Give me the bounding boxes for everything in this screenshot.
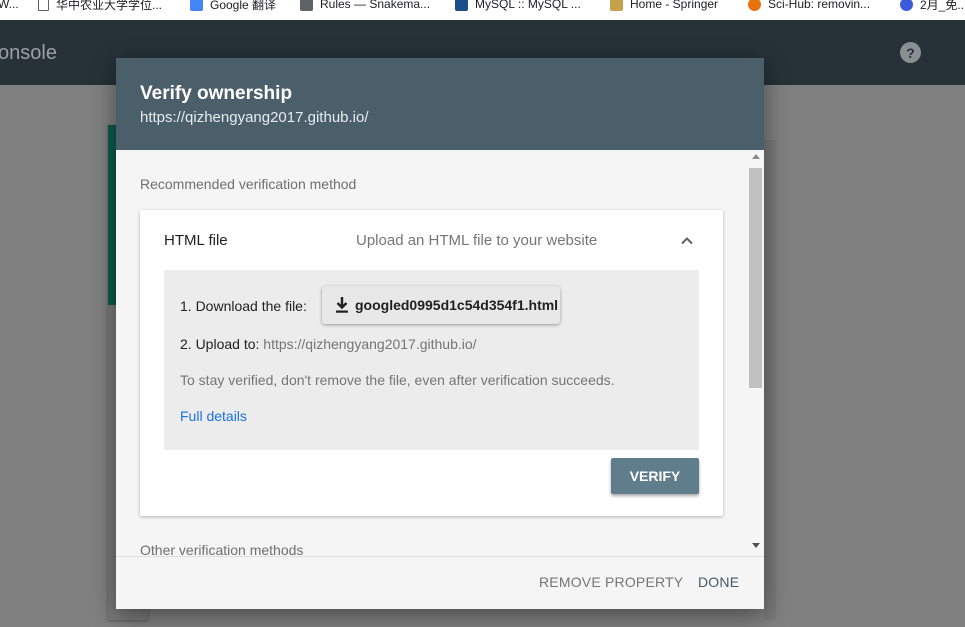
download-filename: googled0995d1c54d354f1.html (355, 297, 559, 313)
method-steps: 1. Download the file: googled0995d1c54d3… (164, 270, 699, 450)
done-button[interactable]: DONE (698, 574, 739, 590)
other-methods-label[interactable]: Other verification methods (140, 542, 303, 556)
bookmark-label: Sci-Hub: removin... (768, 0, 871, 11)
scroll-up-arrow-icon[interactable] (752, 154, 760, 159)
html-file-method-card: HTML file Upload an HTML file to your we… (140, 210, 723, 516)
bookmark-item[interactable]: 华中农业大学学位... (38, 0, 162, 14)
download-file-button[interactable]: googled0995d1c54d354f1.html (322, 286, 560, 324)
help-icon[interactable]: ? (900, 42, 921, 63)
app-title: onsole (0, 42, 57, 64)
page-icon (38, 0, 49, 11)
method-description[interactable]: Upload an HTML file to your website (356, 232, 597, 249)
scihub-icon (748, 0, 761, 11)
bookmark-label: 华中农业大学学位... (56, 0, 163, 12)
bookmark-item[interactable]: Sci-Hub: removin... (748, 0, 870, 14)
dialog-scrollbar[interactable] (748, 150, 764, 556)
mysql-icon (455, 0, 468, 11)
verify-button[interactable]: VERIFY (611, 458, 699, 494)
doc-icon (300, 0, 313, 11)
scroll-down-arrow-icon[interactable] (752, 543, 760, 548)
step2-text: 2. Upload to: https://qizhengyang2017.gi… (180, 336, 477, 352)
upload-url: https://qizhengyang2017.github.io/ (263, 336, 477, 352)
bookmark-item[interactable]: Home - Springer (610, 0, 718, 14)
card-accent (108, 125, 116, 305)
bookmark-label: MySQL :: MySQL ... (475, 0, 581, 11)
bookmark-item[interactable]: W... (0, 0, 19, 14)
bookmark-item[interactable]: MySQL :: MySQL ... (455, 0, 581, 14)
springer-icon (610, 0, 623, 11)
bookmark-item[interactable]: 2月_免... (900, 0, 965, 14)
bookmark-label: 2月_免... (920, 0, 965, 12)
scrollbar-thumb[interactable] (749, 168, 762, 388)
method-name[interactable]: HTML file (164, 232, 228, 249)
step1-label: 1. Download the file: (180, 298, 307, 314)
verify-ownership-dialog: Verify ownership https://qizhengyang2017… (116, 58, 764, 609)
dialog-body[interactable]: Recommended verification method HTML fil… (116, 150, 764, 556)
dialog-title: Verify ownership (140, 83, 293, 104)
bookmark-label: Google 翻译 (210, 0, 277, 12)
bookmarks-bar: W... 华中农业大学学位... Google 翻译 Rules — Snake… (0, 0, 965, 20)
bookmark-label: Rules — Snakema... (320, 0, 431, 11)
bookmark-label: W... (0, 0, 19, 11)
full-details-link[interactable]: Full details (180, 408, 247, 424)
link-icon (900, 0, 913, 11)
dialog-header: Verify ownership https://qizhengyang2017… (116, 58, 764, 150)
recommended-method-label: Recommended verification method (140, 176, 357, 192)
stay-verified-note: To stay verified, don't remove the file,… (180, 372, 615, 388)
bookmark-item[interactable]: Rules — Snakema... (300, 0, 430, 14)
google-translate-icon (190, 0, 203, 11)
dialog-footer: REMOVE PROPERTY DONE (116, 556, 764, 609)
bookmark-item[interactable]: Google 翻译 (190, 0, 276, 14)
remove-property-button[interactable]: REMOVE PROPERTY (539, 574, 683, 590)
bookmark-label: Home - Springer (630, 0, 719, 11)
download-icon (336, 297, 348, 313)
chevron-up-icon[interactable] (678, 232, 696, 250)
background-card-edge (764, 140, 776, 620)
property-url: https://qizhengyang2017.github.io/ (140, 109, 369, 126)
step2-label: 2. Upload to: (180, 336, 260, 352)
